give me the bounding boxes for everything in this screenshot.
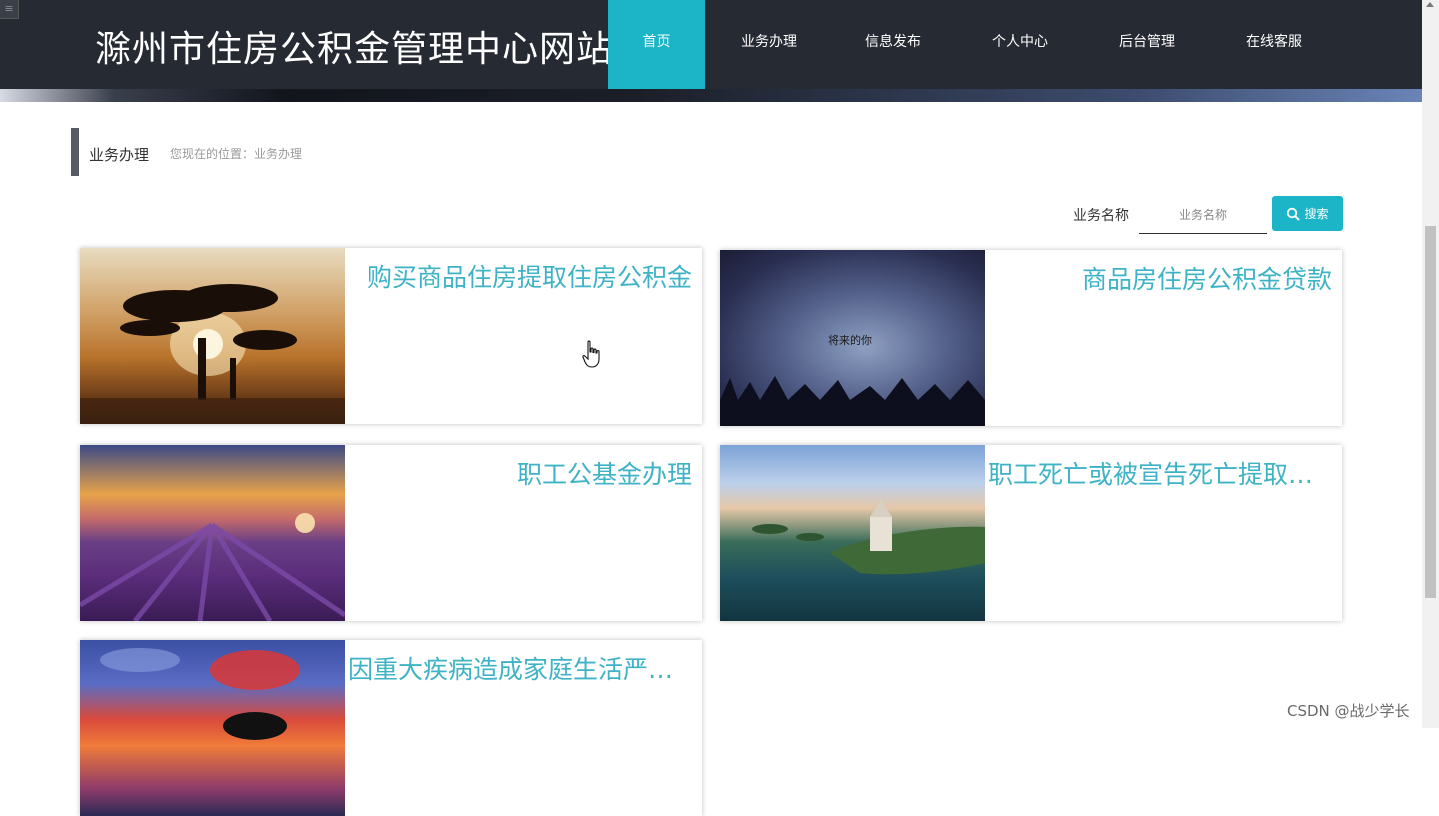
sunset-sky-image[interactable] <box>80 640 345 816</box>
nav-news[interactable]: 信息发布 <box>833 0 953 89</box>
hand-cursor-icon <box>582 340 600 368</box>
night-sky-image[interactable]: 将来的你 <box>720 250 985 426</box>
breadcrumb-accent-bar <box>71 128 79 176</box>
nav-admin[interactable]: 后台管理 <box>1087 0 1207 89</box>
search-label: 业务名称 <box>1073 208 1129 224</box>
nav-online-service[interactable]: 在线客服 <box>1207 0 1341 89</box>
card-title[interactable]: 因重大疾病造成家庭生活严重困难提取住房公积金 <box>348 650 692 686</box>
window-menu-icon[interactable]: ≡ <box>0 0 19 19</box>
scroll-up-icon[interactable] <box>1426 2 1434 7</box>
nav-personal-center[interactable]: 个人中心 <box>953 0 1087 89</box>
search-button-label: 搜索 <box>1304 207 1329 221</box>
image-caption: 将来的你 <box>828 334 872 347</box>
card-title[interactable]: 职工公基金办理 <box>348 455 692 491</box>
page-title: 业务办理 <box>89 146 150 164</box>
search-icon <box>1287 207 1301 221</box>
card-title[interactable]: 购买商品住房提取住房公积金 <box>348 258 692 294</box>
scrollbar-thumb[interactable] <box>1425 226 1436 598</box>
card-title[interactable]: 商品房住房公积金贷款 <box>988 260 1332 296</box>
lake-castle-image[interactable] <box>720 445 985 621</box>
main-nav: 首页 业务办理 信息发布 个人中心 后台管理 在线客服 <box>608 0 1341 89</box>
breadcrumb: 您现在的位置：业务办理 <box>170 147 303 161</box>
business-card[interactable]: 购买商品住房提取住房公积金 <box>80 248 702 424</box>
tree-sunset-image[interactable] <box>80 248 345 424</box>
site-title[interactable]: 滁州市住房公积金管理中心网站 <box>95 20 613 72</box>
business-card[interactable]: 职工公基金办理 <box>80 445 702 621</box>
search-button[interactable]: 搜索 <box>1272 196 1343 231</box>
business-card[interactable]: 将来的你 商品房住房公积金贷款 <box>720 250 1342 426</box>
nav-home[interactable]: 首页 <box>608 0 705 89</box>
header-banner-strip <box>0 89 1422 102</box>
business-card[interactable]: 因重大疾病造成家庭生活严重困难提取住房公积金 <box>80 640 702 816</box>
watermark: CSDN @战少学长 <box>1287 702 1410 720</box>
lavender-field-image[interactable] <box>80 445 345 621</box>
nav-business[interactable]: 业务办理 <box>705 0 833 89</box>
search-input[interactable] <box>1139 196 1267 234</box>
business-card[interactable]: 职工死亡或被宣告死亡提取住房公积金 <box>720 445 1342 621</box>
card-title[interactable]: 职工死亡或被宣告死亡提取住房公积金 <box>988 455 1332 491</box>
